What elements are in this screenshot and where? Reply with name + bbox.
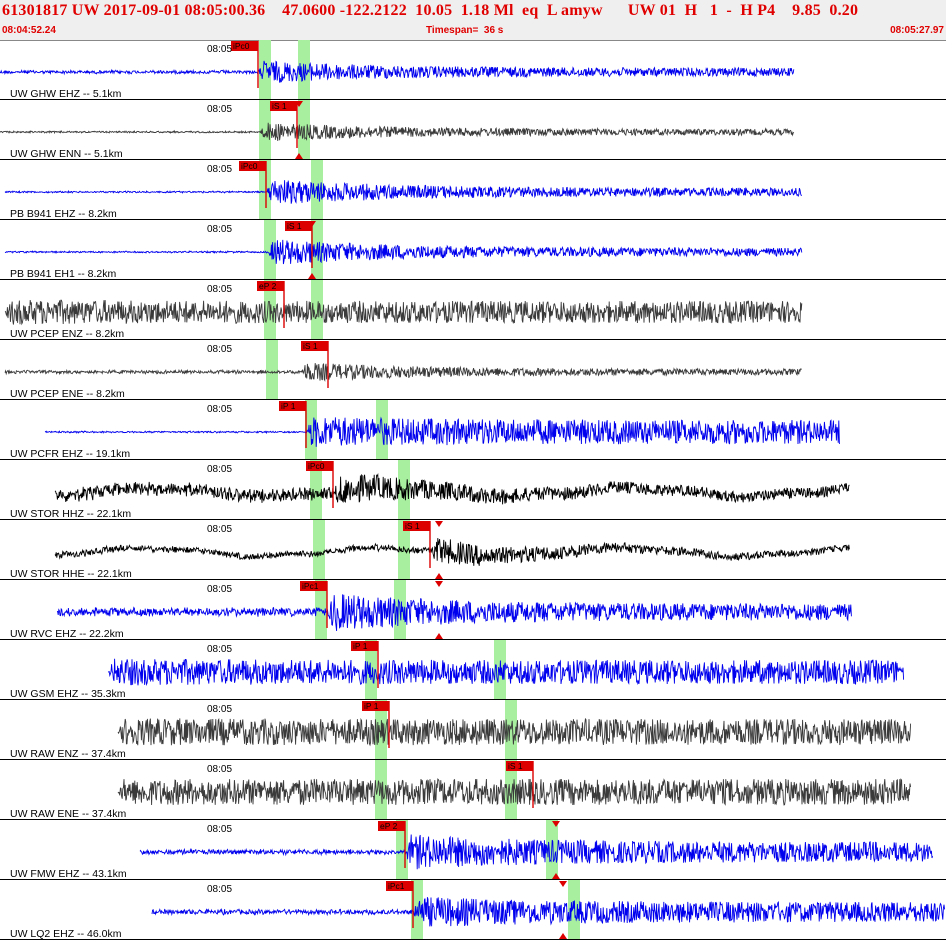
- pick-label: iPc1: [388, 881, 405, 891]
- channel-label: UW GHW ENN -- 5.1km: [10, 148, 123, 160]
- channel-label: UW RAW ENE -- 37.4km: [10, 808, 127, 820]
- waveform-trace: [4, 299, 803, 326]
- channel-label: UW GHW EHZ -- 5.1km: [10, 88, 122, 100]
- channel-label: UW PCEP ENE -- 8.2km: [10, 388, 125, 400]
- phase-pick: iPc1: [386, 881, 414, 928]
- pick-window: [266, 340, 278, 400]
- pick-triangle-up: [435, 573, 443, 579]
- channel-label: UW RVC EHZ -- 22.2km: [10, 628, 124, 640]
- pick-label: iP 1: [281, 401, 296, 411]
- pick-label: iPc0: [241, 161, 258, 171]
- minute-label: 08:05: [207, 884, 232, 895]
- pick-window: [313, 520, 325, 580]
- pick-label: iPc0: [233, 41, 250, 51]
- seismogram-canvas[interactable]: iPc0 iS 1 iPc0 iS 1 eP 2 iS 1 iP 1 iPc0 iS 1 iPc1…: [0, 40, 946, 940]
- minute-label: 08:05: [207, 704, 232, 715]
- phase-pick: iP 1: [279, 401, 307, 448]
- minute-label: 08:05: [207, 584, 232, 595]
- channel-label: UW PCFR EHZ -- 19.1km: [10, 448, 130, 460]
- pick-label: iPc0: [308, 461, 325, 471]
- channel-label: UW RAW ENZ -- 37.4km: [10, 748, 126, 760]
- pick-triangle-down: [435, 521, 443, 527]
- pick-label: iS 1: [272, 101, 287, 111]
- seismogram-panel[interactable]: iPc0 iS 1 iPc0 iS 1 eP 2 iS 1 iP 1 iPc0 iS 1 iPc1…: [0, 40, 946, 940]
- channel-label: UW FMW EHZ -- 43.1km: [10, 868, 127, 880]
- minute-label: 08:05: [207, 404, 232, 415]
- minute-label: 08:05: [207, 224, 232, 235]
- pick-label: iP 1: [353, 641, 368, 651]
- pick-triangle-down: [435, 581, 443, 587]
- waveform-trace: [0, 60, 795, 83]
- phase-pick: iS 1: [285, 221, 313, 268]
- channel-label: PB B941 EH1 -- 8.2km: [10, 268, 116, 280]
- minute-label: 08:05: [207, 644, 232, 655]
- minute-label: 08:05: [207, 164, 232, 175]
- pick-triangle-up: [559, 933, 567, 939]
- waveform-trace: [44, 416, 840, 447]
- waveform-trace: [151, 897, 946, 927]
- pick-triangle-down: [559, 881, 567, 887]
- waveform-trace: [54, 538, 850, 566]
- channel-label: UW PCEP ENZ -- 8.2km: [10, 328, 124, 340]
- pick-label: iP 1: [364, 701, 379, 711]
- channel-label: PB B941 EHZ -- 8.2km: [10, 208, 117, 220]
- waveform-trace: [139, 834, 934, 870]
- pick-label: iPc1: [302, 581, 319, 591]
- waveform-trace: [56, 594, 852, 631]
- minute-label: 08:05: [207, 284, 232, 295]
- minute-label: 08:05: [207, 104, 232, 115]
- row-divider-layer: [0, 99, 946, 940]
- end-time-label: 08:05:27.97: [890, 25, 944, 36]
- pick-label: iS 1: [303, 341, 318, 351]
- minute-label: 08:05: [207, 344, 232, 355]
- channel-label: UW LQ2 EHZ -- 46.0km: [10, 928, 122, 940]
- minute-label: 08:05: [207, 764, 232, 775]
- pick-label: eP 2: [259, 281, 277, 291]
- minute-label: 08:05: [207, 524, 232, 535]
- minute-label: 08:05: [207, 824, 232, 835]
- start-time-label: 08:04:52.24: [2, 25, 56, 36]
- pick-window: [259, 100, 271, 160]
- pick-triangle-up: [435, 633, 443, 639]
- minute-label: 08:05: [207, 44, 232, 55]
- waveform-trace: [54, 473, 850, 505]
- pick-label: iS 1: [287, 221, 302, 231]
- pick-label: iS 1: [405, 521, 420, 531]
- phase-pick: iPc0: [231, 41, 259, 88]
- channel-label: UW STOR HHZ -- 22.1km: [10, 508, 131, 520]
- pick-label: eP 2: [380, 821, 398, 831]
- channel-label: UW GSM EHZ -- 35.3km: [10, 688, 126, 700]
- event-header: 61301817 UW 2017-09-01 08:05:00.36 47.06…: [0, 0, 946, 41]
- waveform-trace: [0, 122, 795, 141]
- trace-layer: [0, 60, 946, 927]
- event-summary-title: 61301817 UW 2017-09-01 08:05:00.36 47.06…: [2, 2, 859, 19]
- pick-label: iS 1: [508, 761, 523, 771]
- waveform-trace: [4, 239, 803, 265]
- minute-label: 08:05: [207, 464, 232, 475]
- waveform-trace: [4, 180, 802, 204]
- channel-label: UW STOR HHE -- 22.1km: [10, 568, 132, 580]
- waveform-trace: [4, 363, 802, 382]
- timespan-label: Timespan= 36 s: [426, 25, 504, 36]
